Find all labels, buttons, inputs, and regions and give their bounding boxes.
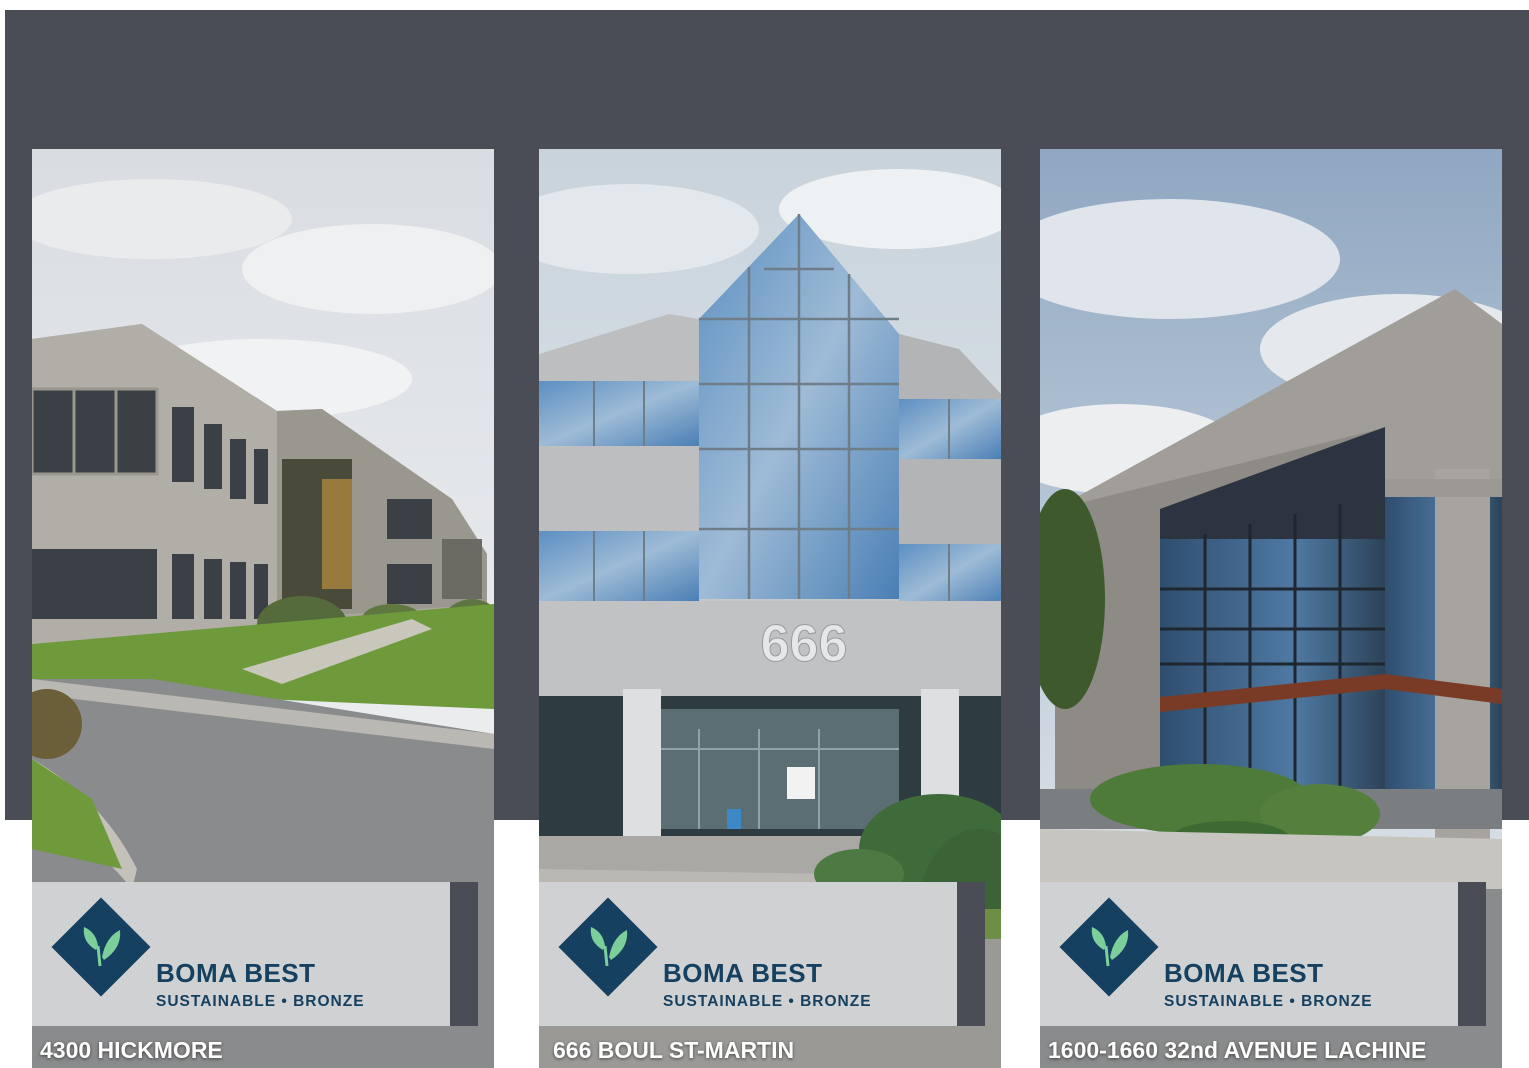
- property-address[interactable]: 4300 HICKMORE: [40, 1037, 223, 1064]
- badge-subtitle: SUSTAINABLE • BRONZE: [1164, 993, 1373, 1010]
- property-card-st-martin[interactable]: 666 BOMA BEST SUSTAINABLE • BRONZE 666 B: [539, 149, 1001, 1068]
- boma-best-badge: BOMA BEST SUSTAINABLE • BRONZE: [1040, 882, 1486, 1026]
- badge-title: BOMA BEST: [663, 958, 823, 988]
- badge-subtitle: SUSTAINABLE • BRONZE: [156, 993, 365, 1010]
- property-card-lachine[interactable]: BOMA BEST SUSTAINABLE • BRONZE 1600-1660…: [1040, 149, 1502, 1068]
- boma-best-badge: BOMA BEST SUSTAINABLE • BRONZE: [32, 882, 478, 1026]
- property-address[interactable]: 1600-1660 32nd AVENUE LACHINE: [1048, 1037, 1426, 1064]
- building-number-sign: 666: [761, 615, 848, 673]
- badge-subtitle: SUSTAINABLE • BRONZE: [663, 993, 872, 1010]
- badge-title: BOMA BEST: [156, 958, 316, 988]
- boma-best-badge: BOMA BEST SUSTAINABLE • BRONZE: [539, 882, 985, 1026]
- property-card-hickmore[interactable]: BOMA BEST SUSTAINABLE • BRONZE 4300 HICK…: [32, 149, 494, 1068]
- property-address[interactable]: 666 BOUL ST-MARTIN: [553, 1037, 794, 1064]
- badge-title: BOMA BEST: [1164, 958, 1324, 988]
